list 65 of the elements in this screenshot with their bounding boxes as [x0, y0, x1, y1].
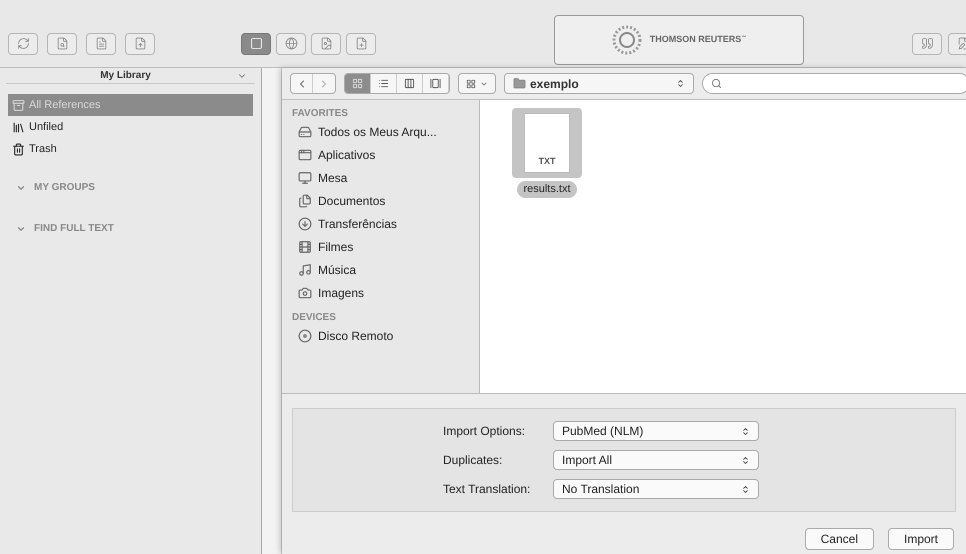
document-upload-icon[interactable] [125, 32, 155, 54]
option-label: Text Translation: [443, 481, 532, 498]
file-name[interactable]: results.txt [517, 181, 577, 198]
sidebar-item[interactable]: Todos os Meus Arqu... [292, 120, 479, 143]
library-selector[interactable]: My Library [6, 68, 255, 84]
library-item-icon [12, 120, 25, 134]
stepper-arrows-icon [741, 426, 750, 436]
file-type-label: TXT [538, 154, 556, 168]
dialog-button[interactable]: Cancel [804, 528, 874, 550]
sidebar-item-icon [298, 216, 312, 230]
sidebar-item-icon [298, 328, 312, 342]
option-label: Import Options: [443, 423, 526, 440]
sidebar-item[interactable]: Filmes [292, 235, 479, 258]
new-document-icon[interactable] [346, 32, 376, 54]
section-heading: DEVICES [292, 311, 337, 324]
view-icon [250, 37, 262, 50]
sidebar-item-icon [298, 194, 312, 208]
globe-logo-icon [612, 24, 642, 54]
refresh-icon[interactable] [8, 32, 38, 54]
quote-icon[interactable] [912, 32, 942, 54]
view-toggle[interactable] [241, 32, 271, 54]
sidebar-item-icon [298, 148, 312, 162]
document-icon[interactable] [86, 32, 116, 54]
library-item[interactable]: Unfiled [8, 116, 253, 138]
sidebar-item[interactable]: Documentos [292, 189, 479, 212]
text-file-icon[interactable]: TXT [512, 108, 582, 178]
sidebar-item[interactable]: Mesa [292, 166, 479, 189]
view-mode-icon [404, 78, 415, 89]
sidebar-item[interactable]: Imagens [292, 281, 479, 304]
view-toggle[interactable] [276, 32, 306, 54]
search-field[interactable] [702, 73, 966, 94]
library-item-icon [12, 142, 25, 156]
sidebar-item[interactable]: Disco Remoto [292, 324, 479, 347]
option-dropdown[interactable]: No Translation [553, 479, 759, 499]
dialog-button[interactable]: Import [888, 528, 954, 550]
arrange-button[interactable] [458, 73, 496, 94]
stepper-arrows-icon [741, 484, 750, 494]
sidebar-item[interactable]: Música [292, 258, 479, 281]
option-dropdown[interactable]: PubMed (NLM) [553, 421, 759, 441]
document-search-icon[interactable] [47, 32, 77, 54]
library-item[interactable]: Trash [8, 138, 253, 160]
stepper-arrows-icon [741, 456, 750, 464]
view-icon [320, 37, 332, 50]
sidebar-item-icon [298, 124, 312, 138]
library-item-icon [12, 98, 25, 112]
stepper-arrows-icon [676, 79, 685, 88]
section-heading: FAVORITES [292, 107, 349, 120]
sidebar-item-icon [298, 170, 312, 184]
view-toggle[interactable] [311, 32, 341, 54]
folder-selector[interactable]: exemplo [504, 73, 694, 94]
option-dropdown[interactable]: Import All [553, 450, 759, 470]
sidebar-item-icon [298, 262, 312, 276]
folder-icon [513, 77, 526, 90]
view-mode-icon [430, 78, 441, 89]
option-label: Duplicates: [443, 452, 504, 469]
search-icon [711, 78, 722, 89]
view-icon [284, 37, 298, 50]
sidebar-item[interactable]: Transferências [292, 212, 479, 235]
view-mode-icon [378, 78, 389, 89]
sidebar-item-icon [298, 286, 312, 300]
logo-text: THOMSON REUTERS$^{™}$ [650, 32, 746, 46]
view-mode-icon [352, 78, 363, 89]
sidebar-item-icon [298, 240, 312, 254]
sidebar-item[interactable]: Aplicativos [292, 143, 479, 166]
grid-icon [466, 78, 476, 88]
